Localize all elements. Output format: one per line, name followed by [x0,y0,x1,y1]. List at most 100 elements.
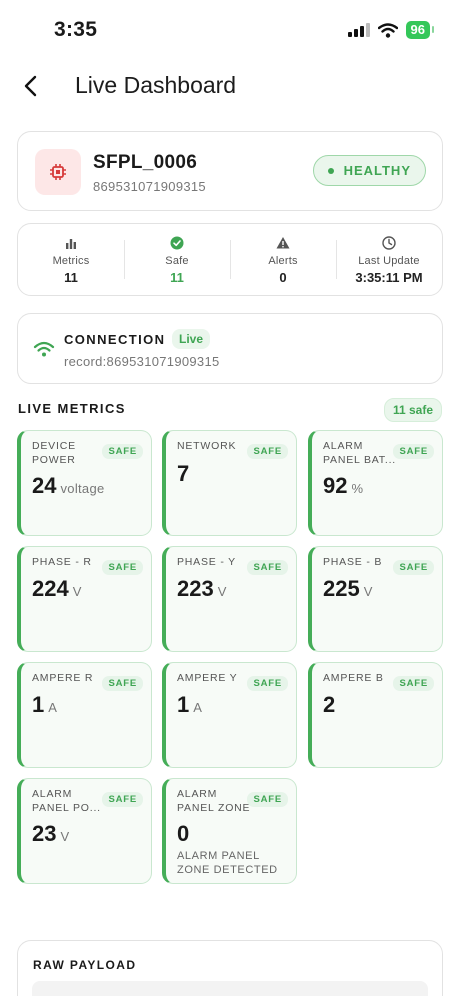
safe-badge: SAFE [393,560,434,575]
back-arrow-icon[interactable] [18,72,46,100]
metric-label: PHASE - Y [177,556,236,568]
connection-title: CONNECTION [64,332,166,347]
metric-value-row: 7 [177,461,189,487]
safe-badge: SAFE [102,676,143,691]
status-time: 3:35 [54,18,98,41]
metric-value-row: 2 [323,692,335,718]
wifi-icon [377,22,398,38]
metric-tile[interactable]: PHASE - R SAFE 224 V [17,546,152,652]
status-bar: 3:35 96 [0,0,460,58]
metric-value: 225 [323,576,360,601]
clock-icon [382,236,396,250]
metric-value: 224 [32,576,69,601]
metric-value-row: 0 [177,821,189,847]
metric-value-row: 225 V [323,576,373,602]
metric-value-row: 23 V [32,821,69,847]
metric-value-row: 92% [323,473,363,499]
summary-value: 11 [64,270,78,285]
metric-tile[interactable]: PHASE - Y SAFE 223 V [162,546,297,652]
metric-unit: A [48,700,58,715]
safe-badge: SAFE [393,676,434,691]
status-dot-icon [327,167,334,174]
safe-badge: SAFE [247,560,288,575]
device-card[interactable]: SFPL_0006 869531071909315 HEALTHY [17,131,443,211]
connection-record: record:869531071909315 [64,354,220,369]
metric-value: 1 [177,692,190,717]
metric-unit: V [217,584,227,599]
safe-badge: SAFE [393,444,434,459]
metric-unit: A [193,700,203,715]
metric-label: PHASE - R [32,556,92,568]
metric-label: AMPERE Y [177,672,238,684]
raw-payload-box [32,981,428,996]
live-badge: Live [172,329,211,349]
battery-indicator: 96 [405,21,435,39]
metric-tile[interactable]: PHASE - B SAFE 225 V [308,546,443,652]
metric-value: 92 [323,473,348,498]
metric-tile[interactable]: AMPERE B SAFE 2 [308,662,443,768]
summary-label: Alerts [268,255,298,267]
summary-value: 11 [170,270,184,285]
device-name: SFPL_0006 [93,152,198,173]
bar-chart-icon [66,239,76,249]
live-metrics-title: LIVE METRICS [18,401,126,416]
metric-tile[interactable]: ALARM PANEL BAT... SAFE 92% [308,430,443,536]
metric-value-row: 1A [177,692,202,718]
metric-tile[interactable]: AMPERE Y SAFE 1A [162,662,297,768]
metric-label: AMPERE R [32,672,94,684]
metric-label: PHASE - B [323,556,383,568]
health-status-label: HEALTHY [343,163,411,178]
summary-last-update: Last Update 3:35:11 PM [336,224,442,295]
metric-value: 7 [177,461,190,486]
safe-badge: SAFE [247,444,288,459]
metric-tile[interactable]: DEVICE POWER SAFE 24 voltage [17,430,152,536]
safe-count-badge: 11 safe [383,398,442,422]
metric-description: ALARM PANEL ZONE DETECTED [177,850,278,876]
safe-badge: SAFE [102,560,143,575]
metric-tile[interactable]: AMPERE R SAFE 1A [17,662,152,768]
metric-unit: % [351,481,364,496]
metric-value-row: 223 V [177,576,227,602]
summary-safe: Safe 11 [124,224,230,295]
device-id: 869531071909315 [93,179,206,194]
header: Live Dashboard [0,62,460,110]
metric-value-row: 24 voltage [32,473,105,499]
metric-label: ALARM PANEL BAT... [323,440,397,466]
metric-tile[interactable]: ALARM PANEL PO... SAFE 23 V [17,778,152,884]
metric-unit: voltage [60,481,105,496]
metric-label: NETWORK [177,440,237,452]
metric-unit: V [60,829,70,844]
safe-badge: SAFE [247,676,288,691]
metric-label: ALARM PANEL PO... [32,788,101,814]
warning-icon [276,237,290,249]
metric-label: AMPERE B [323,672,384,684]
metric-value-row: 1A [32,692,57,718]
summary-label: Safe [165,255,189,267]
cellular-signal-icon [347,23,370,37]
metric-label: ALARM PANEL ZONE [177,788,251,814]
health-status-badge: HEALTHY [312,155,426,186]
safe-badge: SAFE [102,792,143,807]
metric-label: DEVICE POWER [32,440,76,466]
safe-badge: SAFE [102,444,143,459]
summary-value: 3:35:11 PM [355,270,423,285]
metric-value: 1 [32,692,45,717]
page-title: Live Dashboard [75,72,237,98]
metric-value: 23 [32,821,57,846]
chip-icon [35,149,81,195]
metric-value: 24 [32,473,57,498]
metric-tile[interactable]: ALARM PANEL ZONE SAFE 0 ALARM PANEL ZONE… [162,778,297,884]
status-icons: 96 [347,21,435,39]
metric-value: 223 [177,576,214,601]
connection-card: CONNECTION Live record:869531071909315 [17,313,443,384]
metric-value: 0 [177,821,190,846]
raw-payload-title: RAW PAYLOAD [33,958,137,972]
summary-card: Metrics 11 Safe 11 Alerts 0 Last Update … [17,223,443,296]
check-circle-icon [170,236,184,250]
summary-metrics: Metrics 11 [18,224,124,295]
metric-tile[interactable]: NETWORK SAFE 7 [162,430,297,536]
safe-badge: SAFE [247,792,288,807]
metric-value-row: 224 V [32,576,82,602]
metric-unit: V [363,584,373,599]
summary-alerts: Alerts 0 [230,224,336,295]
